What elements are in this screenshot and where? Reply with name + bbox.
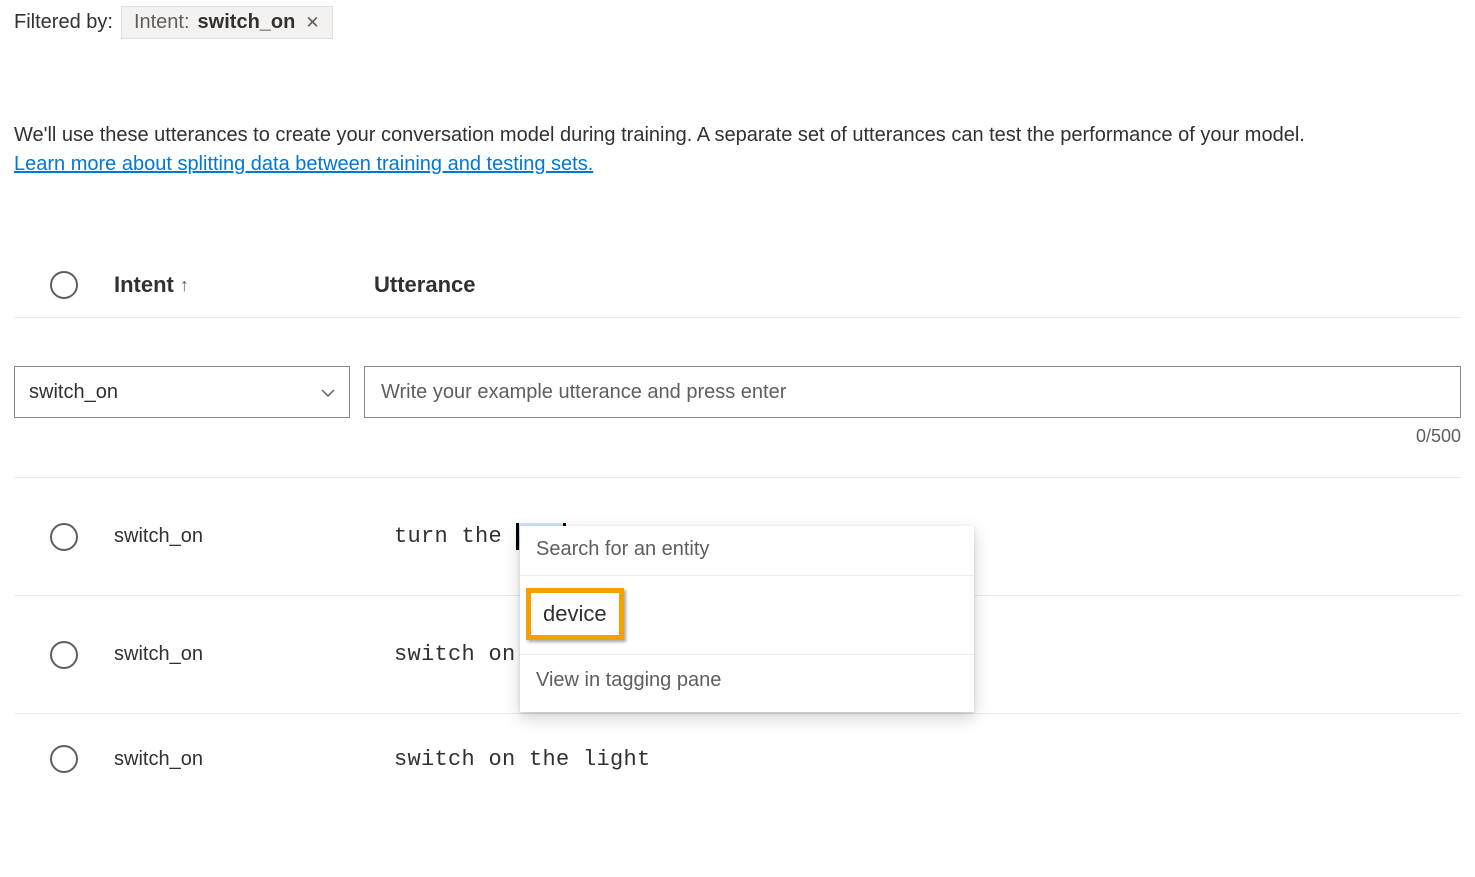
filter-chip-prefix: Intent: — [134, 11, 190, 34]
row-select-radio[interactable] — [50, 641, 78, 669]
entity-option-device[interactable]: device — [526, 588, 624, 640]
input-row: switch_on 0/500 — [14, 366, 1461, 447]
filter-chip[interactable]: Intent: switch_on ✕ — [121, 6, 333, 39]
utterance-input[interactable] — [364, 366, 1461, 418]
entity-popup: Search for an entity device View in tagg… — [520, 526, 974, 712]
dropdown-selected: switch_on — [29, 381, 118, 404]
utterance-header-label: Utterance — [374, 272, 475, 297]
row-select-radio[interactable] — [50, 523, 78, 551]
view-in-tagging-pane[interactable]: View in tagging pane — [520, 654, 974, 708]
entity-search-input[interactable]: Search for an entity — [520, 526, 974, 576]
sort-ascending-icon: ↑ — [180, 275, 189, 296]
row-intent: switch_on — [114, 748, 374, 771]
filter-label: Filtered by: — [14, 11, 113, 34]
filter-chip-value: switch_on — [198, 11, 296, 34]
table-row: switch_on turn the fan on Search for an … — [14, 478, 1461, 596]
column-header-intent[interactable]: Intent ↑ — [114, 272, 374, 298]
column-header-utterance[interactable]: Utterance — [374, 272, 1461, 298]
description-text: We'll use these utterances to create you… — [14, 121, 1461, 179]
learn-more-link[interactable]: Learn more about splitting data between … — [14, 153, 593, 175]
row-intent: switch_on — [114, 525, 374, 548]
intent-dropdown[interactable]: switch_on — [14, 366, 350, 418]
close-icon[interactable]: ✕ — [303, 13, 321, 33]
row-select-radio[interactable] — [50, 745, 78, 773]
description-body: We'll use these utterances to create you… — [14, 124, 1305, 146]
intent-header-label: Intent — [114, 272, 174, 298]
chevron-down-icon — [321, 384, 335, 400]
row-utterance[interactable]: switch on the light — [374, 747, 1461, 772]
utt-prefix: turn the — [394, 524, 516, 549]
row-intent: switch_on — [114, 643, 374, 666]
table-header: Intent ↑ Utterance — [14, 259, 1461, 318]
table-row: switch_on switch on the light — [14, 714, 1461, 804]
select-all-radio[interactable] — [50, 271, 78, 299]
char-count: 0/500 — [1416, 426, 1461, 447]
filter-bar: Filtered by: Intent: switch_on ✕ — [14, 0, 1461, 49]
